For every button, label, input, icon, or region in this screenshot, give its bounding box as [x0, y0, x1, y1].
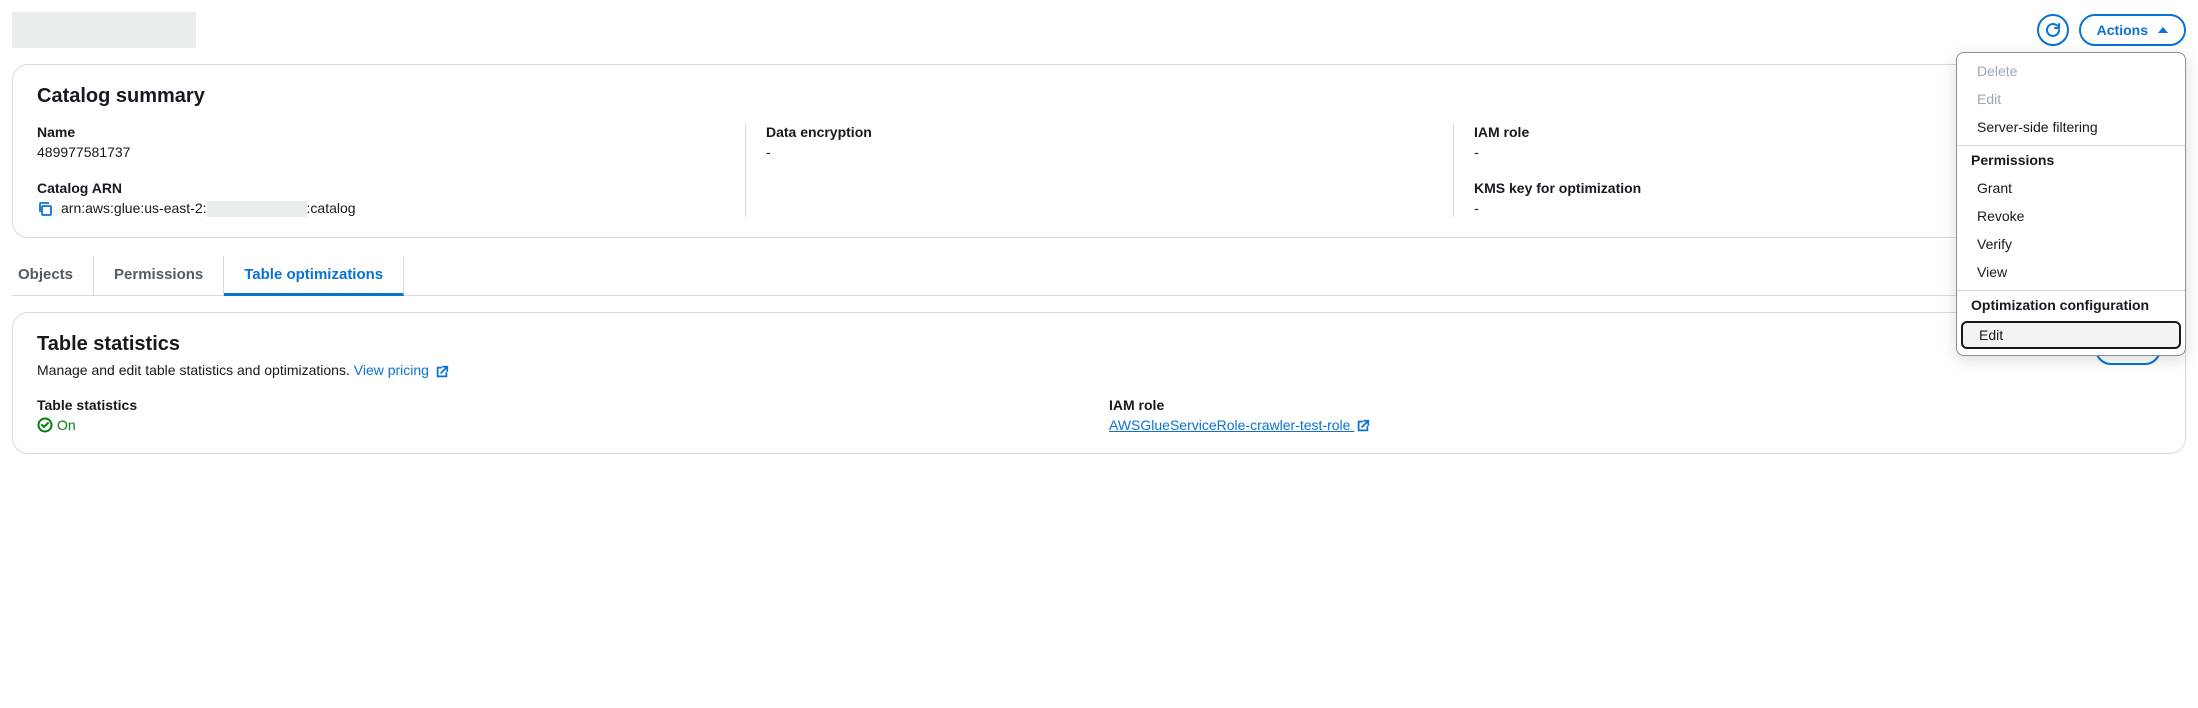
dropdown-view[interactable]: View: [1957, 258, 2185, 286]
view-pricing-link[interactable]: View pricing: [354, 362, 449, 378]
external-link-icon: [435, 365, 449, 379]
catalog-summary-title: Catalog summary: [37, 85, 2161, 108]
dropdown-server-side-filtering[interactable]: Server-side filtering: [1957, 113, 2185, 141]
stats-iam-link[interactable]: AWSGlueServiceRole-crawler-test-role: [1109, 417, 1370, 433]
tab-objects[interactable]: Objects: [12, 256, 94, 295]
table-statistics-panel: Table statistics Manage and edit table s…: [12, 312, 2186, 454]
arn-label: Catalog ARN: [37, 180, 725, 196]
table-stats-label: Table statistics: [37, 397, 1089, 413]
check-circle-icon: [37, 417, 53, 433]
external-link-icon: [1356, 419, 1370, 433]
refresh-button[interactable]: [2037, 14, 2069, 46]
name-label: Name: [37, 124, 725, 140]
tab-table-optimizations[interactable]: Table optimizations: [224, 256, 404, 296]
tab-permissions[interactable]: Permissions: [94, 256, 224, 295]
name-value: 489977581737: [37, 144, 725, 160]
tabs-bar: Objects Permissions Table optimizations: [12, 256, 2186, 296]
refresh-icon: [2045, 22, 2061, 38]
stats-iam-label: IAM role: [1109, 397, 2161, 413]
dropdown-optimization-edit[interactable]: Edit: [1961, 321, 2181, 349]
dropdown-delete: Delete: [1957, 57, 2185, 85]
table-statistics-subtitle: Manage and edit table statistics and opt…: [37, 362, 449, 378]
encryption-value: -: [766, 144, 1433, 160]
breadcrumb-placeholder: [12, 12, 196, 48]
actions-button[interactable]: Actions: [2079, 14, 2186, 46]
encryption-label: Data encryption: [766, 124, 1433, 140]
copy-icon[interactable]: [37, 201, 53, 217]
actions-label: Actions: [2097, 22, 2148, 38]
dropdown-permissions-header: Permissions: [1957, 145, 2185, 174]
caret-up-icon: [2158, 27, 2168, 33]
arn-value: arn:aws:glue:us-east-2::catalog: [61, 200, 356, 217]
dropdown-optimization-header: Optimization configuration: [1957, 290, 2185, 319]
dropdown-verify[interactable]: Verify: [1957, 230, 2185, 258]
actions-dropdown: Delete Edit Server-side filtering Permis…: [1956, 52, 2186, 356]
dropdown-edit: Edit: [1957, 85, 2185, 113]
dropdown-grant[interactable]: Grant: [1957, 174, 2185, 202]
table-stats-status: On: [37, 417, 1089, 433]
table-statistics-title: Table statistics: [37, 333, 449, 356]
arn-redacted: [207, 201, 307, 217]
catalog-summary-panel: Catalog summary Name 489977581737 Catalo…: [12, 64, 2186, 238]
dropdown-revoke[interactable]: Revoke: [1957, 202, 2185, 230]
